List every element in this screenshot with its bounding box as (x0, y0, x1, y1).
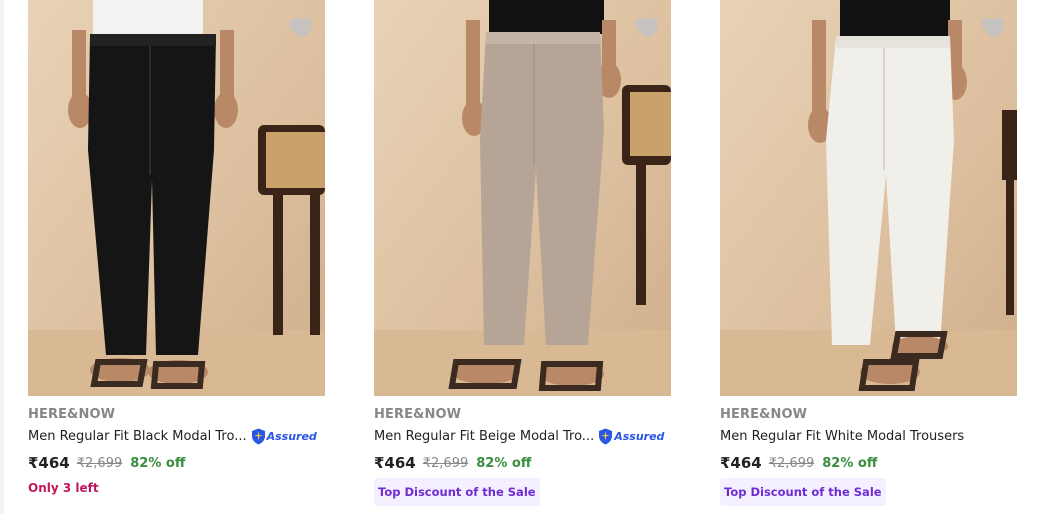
brand-name: HERE&NOW (720, 407, 808, 422)
page-left-edge (0, 0, 4, 514)
product-title[interactable]: Men Regular Fit Black Modal Tro... (28, 429, 247, 444)
title-row: Men Regular Fit Black Modal Tro... Assur… (28, 427, 317, 445)
sale-badge: Top Discount of the Sale (374, 478, 540, 506)
assured-icon (599, 428, 613, 444)
original-price: ₹2,699 (76, 455, 123, 471)
selling-price: ₹464 (374, 454, 416, 472)
product-image[interactable] (720, 0, 1017, 396)
discount-percent: 82% off (130, 455, 186, 471)
product-card[interactable]: HERE&NOW Men Regular Fit White Modal Tro… (720, 0, 1018, 514)
price-row: ₹464 ₹2,699 82% off (720, 453, 877, 473)
assured-icon (251, 428, 265, 444)
product-image[interactable] (374, 0, 671, 396)
price-row: ₹464 ₹2,699 82% off (28, 453, 185, 473)
original-price: ₹2,699 (768, 455, 815, 471)
title-row: Men Regular Fit Beige Modal Tro... Assur… (374, 427, 664, 445)
heart-icon[interactable] (287, 12, 317, 42)
product-image[interactable] (28, 0, 325, 396)
title-row: Men Regular Fit White Modal Trousers (720, 427, 964, 445)
product-card[interactable]: HERE&NOW Men Regular Fit Beige Modal Tro… (374, 0, 672, 514)
selling-price: ₹464 (720, 454, 762, 472)
brand-name: HERE&NOW (374, 407, 462, 422)
discount-percent: 82% off (822, 455, 878, 471)
sale-badge: Top Discount of the Sale (720, 478, 886, 506)
product-title[interactable]: Men Regular Fit White Modal Trousers (720, 429, 964, 444)
product-card[interactable]: HERE&NOW Men Regular Fit Black Modal Tro… (28, 0, 326, 514)
price-row: ₹464 ₹2,699 82% off (374, 453, 531, 473)
selling-price: ₹464 (28, 454, 70, 472)
discount-percent: 82% off (476, 455, 532, 471)
heart-icon[interactable] (633, 12, 663, 42)
assured-badge: Assured (251, 428, 317, 445)
heart-icon[interactable] (979, 12, 1009, 42)
stock-alert: Only 3 left (28, 481, 99, 495)
original-price: ₹2,699 (422, 455, 469, 471)
product-title[interactable]: Men Regular Fit Beige Modal Tro... (374, 429, 594, 444)
brand-name: HERE&NOW (28, 407, 116, 422)
assured-badge: Assured (598, 428, 664, 445)
assured-label: Assured (266, 429, 317, 443)
assured-label: Assured (614, 429, 665, 443)
